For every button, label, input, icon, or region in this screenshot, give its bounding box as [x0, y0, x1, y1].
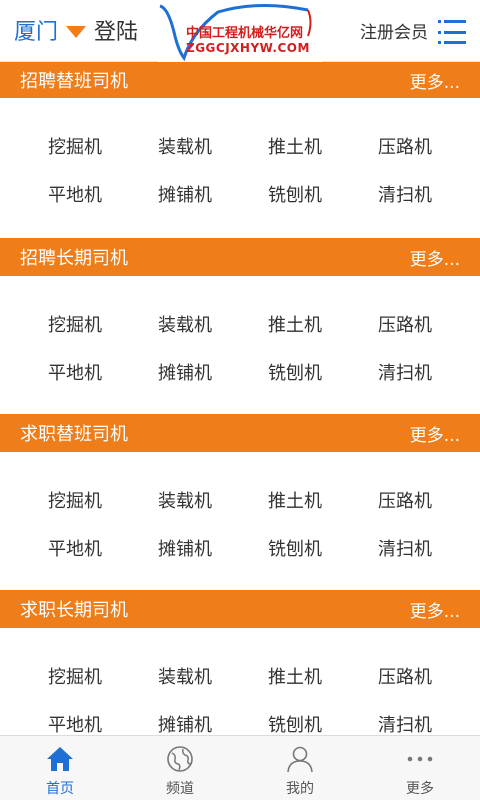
grid-row: 平地机 摊铺机 铣刨机 清扫机 — [0, 524, 480, 572]
nav-label: 我的 — [286, 781, 314, 797]
user-icon — [285, 744, 315, 774]
bottom-nav: 首页 频道 我的 更多 — [0, 735, 480, 800]
top-header: 厦门 登陆 中国工程机械华亿网 ZGGCJXHYW.COM 注册会员 — [0, 0, 480, 62]
machine-link[interactable]: 推土机 — [240, 663, 350, 689]
machine-link[interactable]: 清扫机 — [350, 181, 460, 207]
machine-link[interactable]: 摊铺机 — [130, 711, 240, 737]
app-page: 厦门 登陆 中国工程机械华亿网 ZGGCJXHYW.COM 注册会员 招聘替班司… — [0, 0, 480, 800]
machine-link[interactable]: 压路机 — [350, 663, 460, 689]
more-link[interactable]: 更多... — [410, 68, 460, 93]
city-label: 厦门 — [14, 20, 59, 45]
machine-link[interactable]: 清扫机 — [350, 535, 460, 561]
machine-link[interactable]: 压路机 — [350, 311, 460, 337]
machine-link[interactable]: 装载机 — [130, 311, 240, 337]
section-header: 求职长期司机 更多... — [0, 590, 480, 628]
content-area: 招聘替班司机 更多... 挖掘机 装载机 推土机 压路机 平地机 摊铺机 铣刨机… — [0, 62, 480, 766]
machine-link[interactable]: 摊铺机 — [130, 359, 240, 385]
nav-label: 更多 — [406, 781, 434, 797]
machine-link[interactable]: 平地机 — [20, 711, 130, 737]
nav-label: 频道 — [166, 781, 194, 797]
globe-icon — [165, 744, 195, 774]
machine-link[interactable]: 装载机 — [130, 663, 240, 689]
section-title: 求职替班司机 — [20, 424, 128, 445]
logo-chinese-text: 中国工程机械华亿网 — [186, 26, 304, 41]
machine-link[interactable]: 铣刨机 — [240, 181, 350, 207]
section-header: 招聘替班司机 更多... — [0, 62, 480, 98]
machine-link[interactable]: 推土机 — [240, 311, 350, 337]
nav-mine[interactable]: 我的 — [240, 736, 360, 800]
machine-link[interactable]: 摊铺机 — [130, 535, 240, 561]
machine-link[interactable]: 铣刨机 — [240, 359, 350, 385]
section-grid: 挖掘机 装载机 推土机 压路机 平地机 摊铺机 铣刨机 清扫机 — [0, 276, 480, 414]
machine-link[interactable]: 压路机 — [350, 487, 460, 513]
machine-link[interactable]: 铣刨机 — [240, 711, 350, 737]
machine-link[interactable]: 摊铺机 — [130, 181, 240, 207]
grid-row: 平地机 摊铺机 铣刨机 清扫机 — [0, 170, 480, 218]
grid-row: 挖掘机 装载机 推土机 压路机 — [0, 122, 480, 170]
grid-row: 挖掘机 装载机 推土机 压路机 — [0, 476, 480, 524]
section-grid: 挖掘机 装载机 推土机 压路机 平地机 摊铺机 铣刨机 清扫机 — [0, 98, 480, 238]
section-title: 招聘长期司机 — [20, 248, 128, 269]
caret-down-icon — [66, 26, 87, 38]
section-recruit-substitute: 招聘替班司机 更多... 挖掘机 装载机 推土机 压路机 平地机 摊铺机 铣刨机… — [0, 62, 480, 238]
section-header: 招聘长期司机 更多... — [0, 238, 480, 276]
section-grid: 挖掘机 装载机 推土机 压路机 平地机 摊铺机 铣刨机 清扫机 — [0, 452, 480, 590]
section-title: 求职长期司机 — [20, 600, 128, 621]
machine-link[interactable]: 挖掘机 — [20, 663, 130, 689]
city-selector[interactable]: 厦门 — [14, 14, 87, 46]
more-link[interactable]: 更多... — [410, 597, 460, 622]
more-link[interactable]: 更多... — [410, 245, 460, 270]
logo-domain-text: ZGGCJXHYW.COM — [186, 41, 310, 55]
machine-link[interactable]: 挖掘机 — [20, 311, 130, 337]
more-link[interactable]: 更多... — [410, 421, 460, 446]
machine-link[interactable]: 推土机 — [240, 487, 350, 513]
machine-link[interactable]: 装载机 — [130, 487, 240, 513]
machine-link[interactable]: 装载机 — [130, 133, 240, 159]
machine-link[interactable]: 清扫机 — [350, 711, 460, 737]
site-logo[interactable]: 中国工程机械华亿网 ZGGCJXHYW.COM — [158, 0, 322, 62]
section-seek-substitute: 求职替班司机 更多... 挖掘机 装载机 推土机 压路机 平地机 摊铺机 铣刨机… — [0, 414, 480, 590]
section-header: 求职替班司机 更多... — [0, 414, 480, 452]
login-link[interactable]: 登陆 — [94, 14, 138, 46]
home-icon — [45, 744, 75, 774]
grid-row: 平地机 摊铺机 铣刨机 清扫机 — [0, 348, 480, 396]
register-link[interactable]: 注册会员 — [360, 14, 428, 46]
nav-label: 首页 — [46, 781, 74, 797]
more-dots-icon — [405, 744, 435, 774]
machine-link[interactable]: 平地机 — [20, 181, 130, 207]
machine-link[interactable]: 铣刨机 — [240, 535, 350, 561]
machine-link[interactable]: 挖掘机 — [20, 133, 130, 159]
machine-link[interactable]: 平地机 — [20, 535, 130, 561]
machine-link[interactable]: 平地机 — [20, 359, 130, 385]
nav-channel[interactable]: 频道 — [120, 736, 240, 800]
grid-row: 挖掘机 装载机 推土机 压路机 — [0, 652, 480, 700]
nav-home[interactable]: 首页 — [0, 736, 120, 800]
machine-link[interactable]: 挖掘机 — [20, 487, 130, 513]
machine-link[interactable]: 清扫机 — [350, 359, 460, 385]
machine-link[interactable]: 推土机 — [240, 133, 350, 159]
nav-more[interactable]: 更多 — [360, 736, 480, 800]
section-title: 招聘替班司机 — [20, 71, 128, 92]
list-menu-icon[interactable] — [438, 20, 466, 44]
grid-row: 挖掘机 装载机 推土机 压路机 — [0, 300, 480, 348]
section-recruit-longterm: 招聘长期司机 更多... 挖掘机 装载机 推土机 压路机 平地机 摊铺机 铣刨机… — [0, 238, 480, 414]
machine-link[interactable]: 压路机 — [350, 133, 460, 159]
